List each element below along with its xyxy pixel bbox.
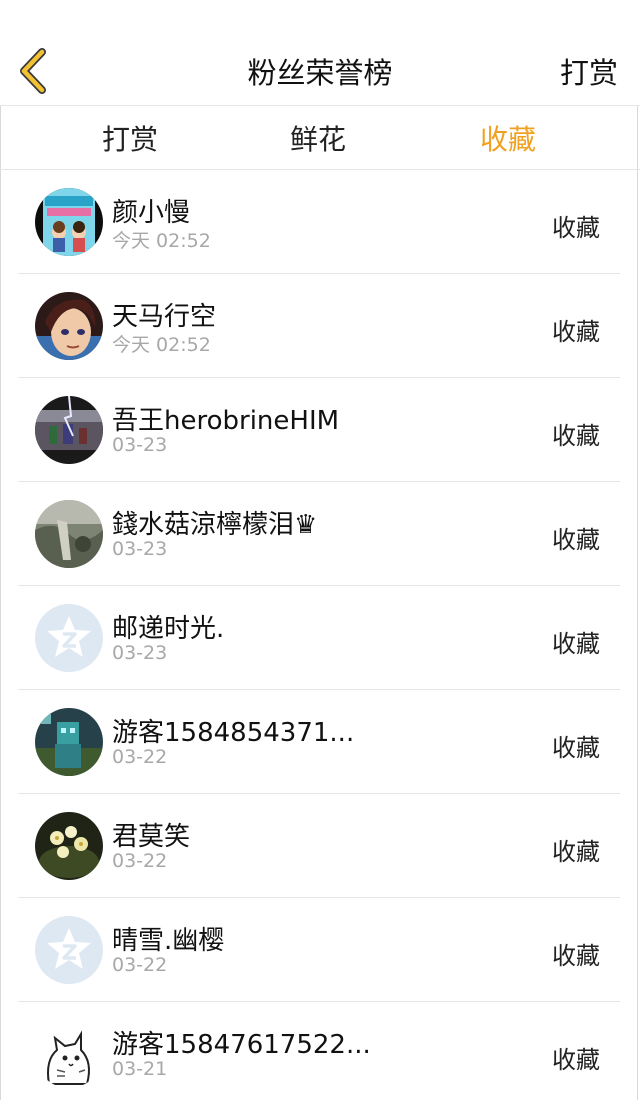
cartoon-cover-avatar	[35, 188, 103, 256]
fan-name: 晴雪.幽樱	[112, 926, 225, 956]
default-avatar	[35, 604, 103, 672]
default-avatar	[35, 916, 103, 984]
tab-bar: 打赏 鲜花 收藏	[0, 106, 640, 170]
fan-time: 03-23	[112, 538, 168, 560]
list-item[interactable]: 邮递时光. 03-23 收藏	[18, 586, 620, 690]
tab-flowers[interactable]: 鲜花	[290, 118, 346, 158]
fan-time: 今天 02:52	[112, 230, 211, 252]
page-title: 粉丝荣誉榜	[247, 56, 393, 90]
game-scene-avatar	[35, 396, 103, 464]
fan-time: 03-23	[112, 642, 168, 664]
fan-time: 今天 02:52	[112, 334, 211, 356]
fan-time: 03-21	[112, 1058, 168, 1080]
tab-reward[interactable]: 打赏	[102, 118, 158, 158]
list-item[interactable]: 晴雪.幽樱 03-22 收藏	[18, 898, 620, 1002]
fan-name: 邮递时光.	[112, 614, 225, 644]
photo-avatar	[35, 500, 103, 568]
fan-name: 颜小慢	[112, 198, 191, 228]
list-item[interactable]: 吾王herobrineHIM 03-23 收藏	[18, 378, 620, 482]
list-item[interactable]: 君莫笑 03-22 收藏	[18, 794, 620, 898]
fan-name: 君莫笑	[112, 822, 191, 852]
fan-action-type: 收藏	[552, 422, 600, 450]
nav-header: 粉丝荣誉榜 打赏	[0, 0, 640, 106]
cat-sticker-avatar	[35, 1020, 103, 1088]
fan-action-type: 收藏	[552, 1046, 600, 1074]
fan-time: 03-23	[112, 434, 168, 456]
tab-favorites[interactable]: 收藏	[480, 118, 536, 158]
fan-action-type: 收藏	[552, 942, 600, 970]
reward-button[interactable]: 打赏	[560, 50, 618, 92]
fan-name: 天马行空	[112, 302, 217, 332]
fan-list: 颜小慢 今天 02:52 收藏 天马行空 今天 02:52 收藏 吾王herob…	[0, 170, 640, 1106]
fan-name: 游客1584854371...	[112, 718, 355, 748]
list-item[interactable]: 游客15847617522... 03-21 收藏	[18, 1002, 620, 1106]
list-item[interactable]: 游客1584854371... 03-22 收藏	[18, 690, 620, 794]
fan-action-type: 收藏	[552, 526, 600, 554]
fan-action-type: 收藏	[552, 214, 600, 242]
anime-boy-avatar	[35, 292, 103, 360]
list-item[interactable]: 天马行空 今天 02:52 收藏	[18, 274, 620, 378]
fan-action-type: 收藏	[552, 838, 600, 866]
fan-time: 03-22	[112, 746, 168, 768]
fan-name: 吾王herobrineHIM	[112, 406, 340, 436]
fan-action-type: 收藏	[552, 630, 600, 658]
game-character-avatar	[35, 708, 103, 776]
fan-action-type: 收藏	[552, 734, 600, 762]
fan-time: 03-22	[112, 850, 168, 872]
fan-time: 03-22	[112, 954, 168, 976]
fan-name: 錢水菇涼檸檬泪♛	[112, 510, 318, 540]
list-item[interactable]: 颜小慢 今天 02:52 收藏	[18, 170, 620, 274]
flower-avatar	[35, 812, 103, 880]
list-item[interactable]: 錢水菇涼檸檬泪♛ 03-23 收藏	[18, 482, 620, 586]
fan-action-type: 收藏	[552, 318, 600, 346]
fan-name: 游客15847617522...	[112, 1030, 371, 1060]
